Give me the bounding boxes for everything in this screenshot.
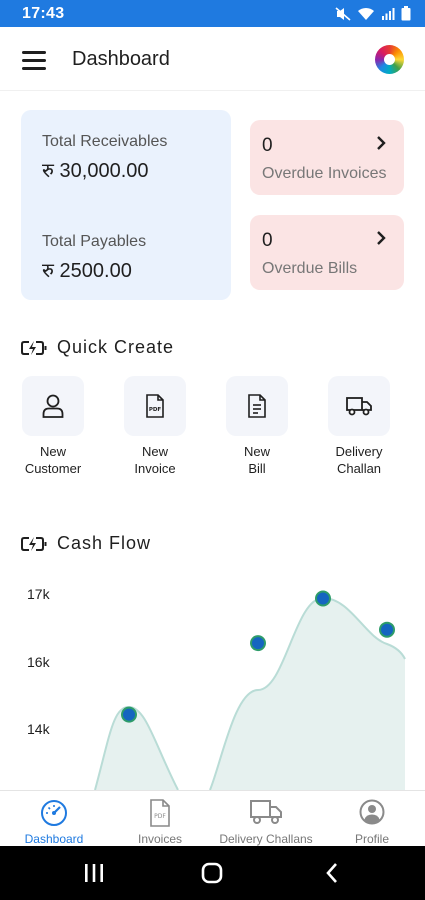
svg-text:PDF: PDF: [154, 813, 166, 820]
chart-point[interactable]: [315, 590, 331, 607]
delivery-challan-button[interactable]: Delivery Challan: [319, 376, 399, 477]
label-line: Customer: [24, 461, 82, 476]
total-payables-value: रु 2500.00: [42, 260, 132, 282]
chart-point[interactable]: [250, 635, 266, 652]
nav-invoices-label: Invoices: [137, 832, 183, 846]
chart-point[interactable]: [379, 621, 395, 638]
document-icon: [248, 394, 266, 418]
profile-icon: [359, 799, 385, 825]
menu-button[interactable]: [22, 51, 46, 71]
label-line: New: [141, 444, 168, 459]
overdue-bills-label: Overdue Bills: [262, 260, 358, 277]
label-line: New: [39, 444, 66, 459]
truck-icon: [250, 800, 282, 824]
total-payables-label: Total Payables: [42, 233, 147, 250]
y-tick-label: 16k: [27, 654, 51, 670]
new-invoice-label: New Invoice: [115, 443, 195, 477]
cash-flow-title: Cash Flow: [57, 533, 152, 553]
wifi-icon: [358, 7, 374, 20]
total-receivables-value: रु 30,000.00: [42, 160, 149, 182]
total-receivables-label: Total Receivables: [42, 133, 168, 150]
nav-invoices[interactable]: PDF Invoices: [118, 791, 202, 847]
chevron-right-icon: [377, 136, 386, 150]
quick-create-title: Quick Create: [57, 337, 175, 357]
quick-create-heading: Quick Create: [21, 337, 174, 358]
battery-charging-icon: [21, 340, 47, 355]
signal-icon: [382, 7, 395, 20]
status-time: 17:43: [22, 4, 65, 22]
nav-profile[interactable]: Profile: [330, 791, 414, 847]
nav-dashboard-label: Dashboard: [24, 832, 84, 846]
y-tick-label: 14k: [27, 721, 51, 737]
nav-delivery-challans-label: Delivery Challans: [219, 832, 313, 846]
delivery-challan-tile[interactable]: [328, 376, 390, 436]
new-customer-tile[interactable]: [22, 376, 84, 436]
menu-icon-bar: [22, 59, 46, 62]
user-icon: [42, 394, 64, 418]
speedometer-icon: [41, 800, 67, 826]
label-line: Challan: [336, 461, 382, 476]
new-customer-label: New Customer: [13, 443, 93, 477]
status-icons: [335, 6, 411, 21]
overdue-invoices-count: 0: [262, 135, 273, 156]
label-line: Bill: [248, 461, 266, 476]
recent-apps-icon[interactable]: [83, 861, 105, 885]
overdue-invoices-card[interactable]: 0 Overdue Invoices: [250, 120, 404, 195]
new-invoice-button[interactable]: PDF New Invoice: [115, 376, 195, 477]
chevron-right-icon: [377, 231, 386, 245]
delivery-challan-label: Delivery Challan: [319, 443, 399, 477]
overdue-bills-count: 0: [262, 230, 273, 251]
theme-color-icon[interactable]: [375, 45, 404, 74]
status-bar: 17:43: [0, 0, 425, 27]
svg-text:PDF: PDF: [149, 407, 162, 413]
new-bill-tile[interactable]: [226, 376, 288, 436]
battery-charging-icon: [21, 536, 47, 551]
system-nav-bar: [0, 846, 425, 900]
nav-delivery-challans[interactable]: Delivery Challans: [210, 791, 322, 847]
pdf-file-icon: PDF: [146, 394, 164, 418]
label-line: Invoice: [134, 461, 176, 476]
page-title: Dashboard: [72, 48, 170, 70]
chart-point[interactable]: [121, 706, 137, 723]
nav-dashboard[interactable]: Dashboard: [10, 791, 98, 847]
cash-flow-chart: 17k 16k 14k: [27, 586, 406, 790]
menu-icon-bar: [22, 67, 46, 70]
back-icon[interactable]: [322, 861, 342, 885]
app-header: Dashboard: [0, 27, 425, 91]
cash-flow-heading: Cash Flow: [21, 533, 151, 554]
battery-icon: [401, 6, 411, 21]
new-bill-label: New Bill: [217, 443, 297, 477]
label-line: Delivery: [335, 444, 383, 459]
y-tick-label: 17k: [27, 586, 51, 602]
overdue-bills-card[interactable]: 0 Overdue Bills: [250, 215, 404, 290]
label-line: New: [243, 444, 270, 459]
mute-icon: [335, 6, 351, 21]
menu-icon: [22, 51, 46, 54]
overdue-invoices-label: Overdue Invoices: [262, 165, 387, 182]
nav-profile-label: Profile: [354, 832, 389, 846]
new-customer-button[interactable]: New Customer: [13, 376, 93, 477]
pdf-file-icon: PDF: [150, 799, 170, 827]
bottom-nav: Dashboard PDF Invoices Delivery Challans…: [0, 790, 425, 846]
home-icon[interactable]: [200, 861, 224, 885]
totals-card: Total Receivables रु 30,000.00 Total Pay…: [21, 110, 231, 300]
truck-icon: [346, 397, 372, 416]
new-invoice-tile[interactable]: PDF: [124, 376, 186, 436]
new-bill-button[interactable]: New Bill: [217, 376, 297, 477]
